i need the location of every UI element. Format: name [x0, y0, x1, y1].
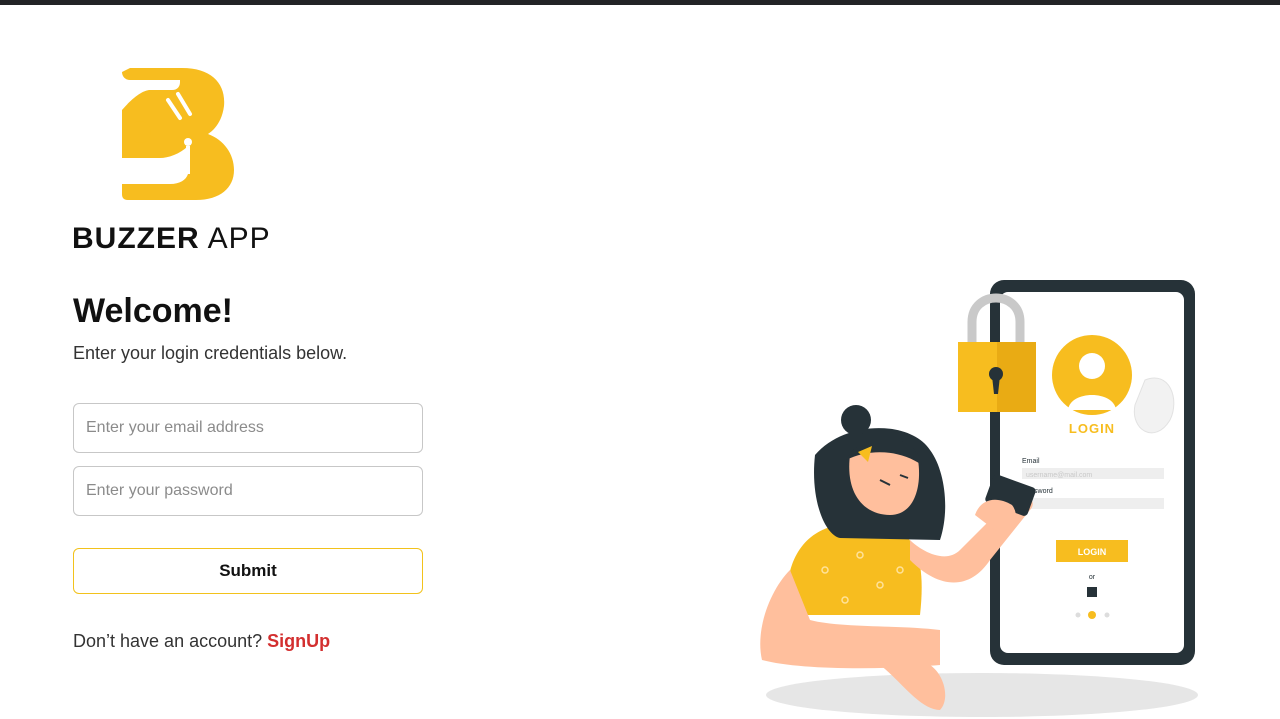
phone-email-placeholder: username@mail.com — [1026, 472, 1092, 479]
phone-login-button: LOGIN — [1078, 547, 1107, 557]
login-illustration: LOGIN Email username@mail.com Password L… — [760, 280, 1198, 717]
brand-name: BUZZER APP — [72, 222, 271, 256]
signup-prompt: Don’t have an account? SignUp — [73, 631, 330, 652]
signup-prompt-text: Don’t have an account? — [73, 631, 263, 651]
submit-button[interactable]: Submit — [73, 548, 423, 594]
page-subtitle: Enter your login credentials below. — [73, 343, 348, 363]
brand-name-bold: BUZZER — [72, 222, 200, 255]
phone-email-label: Email — [1022, 458, 1040, 465]
facebook-icon — [1087, 587, 1097, 597]
password-input[interactable] — [73, 466, 423, 516]
email-input[interactable] — [73, 403, 423, 453]
phone-login-heading: LOGIN — [1069, 421, 1115, 436]
signup-link[interactable]: SignUp — [267, 631, 330, 651]
brand-name-light: APP — [207, 222, 271, 255]
buzzer-logo-icon — [122, 68, 234, 200]
page-title: Welcome! — [73, 292, 233, 330]
top-bar — [0, 0, 1280, 5]
phone-or-text: or — [1089, 574, 1096, 581]
brand-logo: BUZZER APP — [72, 62, 292, 257]
ground-shadow — [766, 673, 1198, 717]
